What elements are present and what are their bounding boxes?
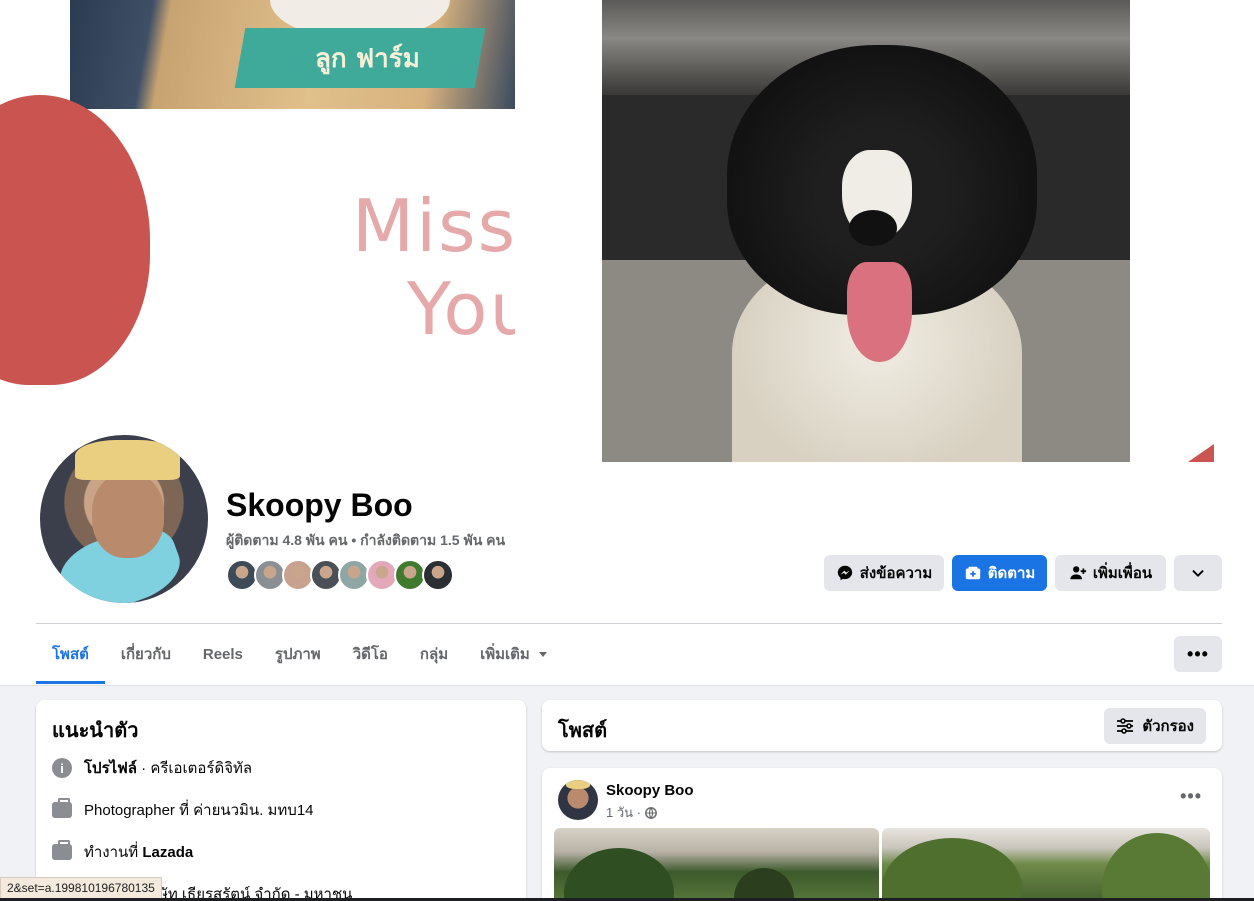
tree-shape	[1102, 833, 1210, 901]
follow-button-label: ติดตาม	[987, 565, 1036, 582]
cover-collage-photo: ลูก ฟาร์ม	[70, 0, 515, 109]
post-card: Skoopy Boo 1 วัน · •••	[542, 768, 1222, 901]
intro-job-text: Photographer ที่ ค่ายนวมิน. มทบ14	[84, 802, 314, 819]
dog-nose	[849, 210, 897, 246]
post-photo-1[interactable]	[554, 828, 879, 901]
tab-videos[interactable]: วิดีโอ	[337, 624, 404, 684]
tab-label: Reels	[202, 645, 243, 663]
tab-reels[interactable]: Reels	[187, 624, 259, 684]
briefcase-icon	[52, 840, 72, 860]
briefcase-icon	[52, 798, 72, 818]
more-dots-icon: •••	[1187, 643, 1209, 664]
posts-header-card: โพสต์ ตัวกรอง	[542, 700, 1222, 751]
intro-job-row: Photographer ที่ ค่ายนวมิน. มทบ14	[52, 798, 314, 822]
follow-icon	[965, 566, 980, 580]
intro-work-row: ทำงานที่ Lazada	[52, 840, 193, 864]
intro-work-prefix: ทำงานที่	[84, 844, 143, 861]
miss-line-1: Miss	[352, 185, 515, 268]
cover-photo[interactable]: ลูก ฟาร์ม Miss You	[0, 0, 1254, 462]
caret-down-icon	[538, 652, 547, 657]
miss-line-2: You	[407, 266, 515, 351]
post-photo-2[interactable]	[882, 828, 1210, 901]
profile-menu-button[interactable]	[1174, 555, 1222, 591]
post-meta: 1 วัน ·	[606, 802, 657, 823]
add-friend-button[interactable]: เพิ่มเพื่อน	[1055, 555, 1166, 591]
tab-label: เพิ่มเติม	[480, 646, 530, 663]
messenger-icon	[837, 565, 852, 581]
avatar-face	[92, 473, 164, 558]
globe-icon	[645, 806, 657, 819]
post-author-name[interactable]: Skoopy Boo	[606, 782, 694, 799]
tab-label: โพสต์	[52, 646, 89, 663]
filter-icon	[1117, 718, 1134, 734]
status-bar-url: 2&set=a.199810196780135	[0, 877, 162, 899]
more-options-button[interactable]: •••	[1174, 636, 1222, 672]
posts-title: โพสต์	[558, 720, 608, 742]
dog-photo	[602, 0, 1130, 462]
tab-label: เกี่ยวกับ	[120, 646, 171, 663]
avatar-cap	[75, 440, 180, 480]
profile-tabs: โพสต์ เกี่ยวกับ Reels รูปภาพ วิดีโอ กลุ่…	[36, 624, 564, 684]
intro-profile-row: i โปรไฟล์ · ครีเอเตอร์ดิจิทัล	[52, 756, 252, 780]
cover-corner-shape	[1188, 444, 1214, 462]
tab-photos[interactable]: รูปภาพ	[259, 624, 337, 684]
friend-avatar[interactable]	[422, 559, 454, 591]
tab-label: รูปภาพ	[274, 646, 321, 663]
intro-title: แนะนำตัว	[52, 720, 139, 742]
message-button[interactable]: ส่งข้อความ	[824, 555, 944, 591]
intro-card: แนะนำตัว i โปรไฟล์ · ครีเอเตอร์ดิจิทัล P…	[36, 700, 526, 901]
tree-shape	[882, 838, 1022, 901]
post-author-avatar[interactable]	[558, 780, 598, 820]
tab-posts[interactable]: โพสต์	[36, 624, 105, 684]
profile-stats[interactable]: ผู้ติดตาม 4.8 พัน คน • กำลังติดตาม 1.5 พ…	[226, 530, 505, 552]
tab-label: กลุ่ม	[419, 646, 449, 663]
post-options-button[interactable]: •••	[1180, 786, 1202, 807]
friend-avatars[interactable]	[226, 559, 454, 591]
profile-name: Skoopy Boo	[226, 487, 413, 523]
miss-you-text: Miss You	[352, 185, 515, 351]
intro-profile-category: · ครีเอเตอร์ดิจิทัล	[137, 760, 253, 777]
tab-label: วิดีโอ	[352, 646, 388, 663]
follow-button[interactable]: ติดตาม	[952, 555, 1047, 591]
filter-button-label: ตัวกรอง	[1142, 718, 1194, 735]
tree-shape	[564, 848, 674, 901]
add-friend-button-label: เพิ่มเพื่อน	[1092, 565, 1153, 582]
intro-profile-text: โปรไฟล์ · ครีเอเตอร์ดิจิทัล	[84, 756, 252, 780]
tree-shape	[734, 868, 794, 901]
post-time[interactable]: 1 วัน ·	[606, 802, 641, 823]
chevron-down-icon	[1192, 570, 1204, 577]
tab-more[interactable]: เพิ่มเติม	[464, 624, 564, 684]
intro-work-company[interactable]: Lazada	[142, 844, 193, 861]
filter-button[interactable]: ตัวกรอง	[1104, 708, 1206, 744]
intro-work-text: ทำงานที่ Lazada	[84, 840, 193, 864]
intro-profile-label: โปรไฟล์	[84, 760, 137, 777]
info-icon: i	[52, 758, 72, 778]
add-friend-icon	[1070, 566, 1087, 580]
dog-tongue	[847, 262, 912, 362]
message-button-label: ส่งข้อความ	[859, 565, 933, 582]
profile-avatar[interactable]	[38, 433, 210, 605]
heart-shape	[0, 95, 150, 385]
tab-groups[interactable]: กลุ่ม	[404, 624, 464, 684]
cover-tag-text: ลูก ฟาร์ม	[315, 44, 420, 74]
tab-about[interactable]: เกี่ยวกับ	[105, 624, 187, 684]
